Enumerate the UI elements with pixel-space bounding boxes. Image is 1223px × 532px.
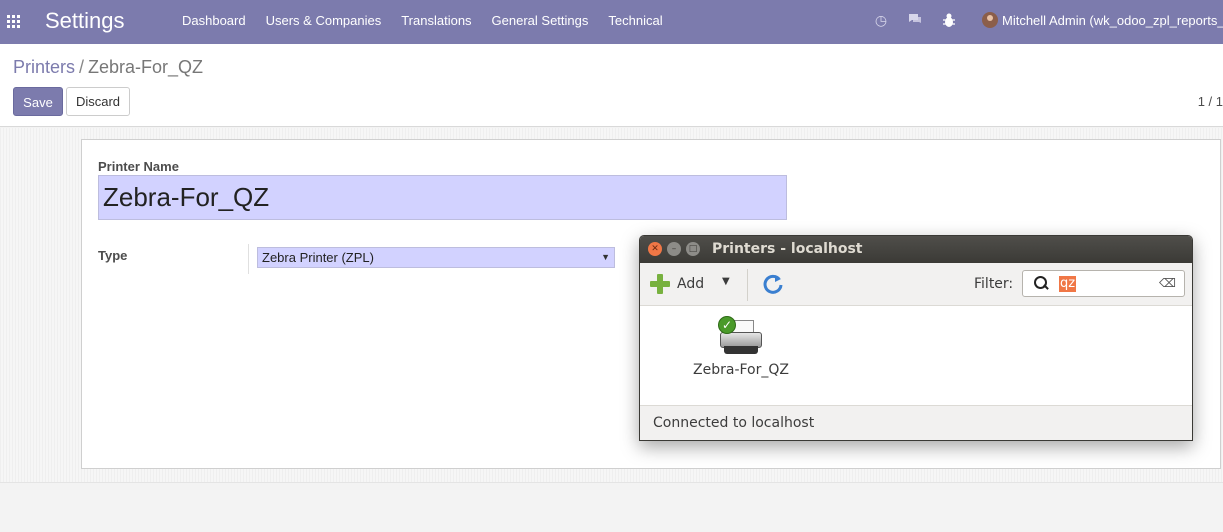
window-statusbar: Connected to localhost [640, 405, 1192, 440]
type-select-value: Zebra Printer (ZPL) [262, 250, 374, 265]
menu-item-technical[interactable]: Technical [598, 0, 672, 44]
type-label: Type [98, 248, 128, 263]
breadcrumb-separator: / [79, 57, 85, 77]
connection-status: Connected to localhost [653, 415, 815, 431]
top-navbar: Settings Dashboard Users & Companies Tra… [0, 0, 1223, 44]
printer-list: ✓ Zebra-For_QZ [640, 306, 1192, 405]
printer-item-label: Zebra-For_QZ [693, 362, 789, 378]
filter-label: Filter: [974, 276, 1014, 292]
main-menu: Dashboard Users & Companies Translations… [172, 0, 673, 44]
breadcrumb-printers-link[interactable]: Printers [13, 57, 75, 77]
toolbar-separator [747, 269, 748, 301]
save-button[interactable]: Save [13, 87, 63, 116]
menu-item-dashboard[interactable]: Dashboard [172, 0, 256, 44]
search-icon [1033, 275, 1051, 293]
printer-name-input[interactable]: Zebra-For_QZ [98, 175, 787, 220]
select-arrow-icon: ▼ [601, 252, 610, 262]
window-toolbar: Add ▼ Filter: qz ⌫ [640, 263, 1192, 306]
default-check-icon: ✓ [718, 316, 736, 334]
printer-icon: ✓ [718, 316, 764, 356]
refresh-icon[interactable] [762, 273, 784, 295]
apps-menu-icon[interactable] [7, 15, 20, 28]
menu-item-users-companies[interactable]: Users & Companies [256, 0, 392, 44]
control-panel: Printers / Zebra-For_QZ Save Discard 1 / 1 [0, 44, 1223, 127]
breadcrumb: Printers / Zebra-For_QZ [13, 57, 203, 78]
printer-item[interactable]: ✓ Zebra-For_QZ [688, 314, 794, 384]
form-footer-band [0, 482, 1223, 532]
filter-input[interactable]: qz ⌫ [1022, 270, 1185, 297]
filter-input-value: qz [1059, 276, 1077, 292]
window-minimize-icon[interactable]: – [667, 242, 681, 256]
debug-bug-icon[interactable] [941, 12, 957, 28]
breadcrumb-current: Zebra-For_QZ [88, 57, 204, 77]
add-button[interactable]: Add [677, 276, 704, 292]
add-dropdown-arrow-icon[interactable]: ▼ [722, 276, 730, 287]
window-close-icon[interactable]: ✕ [648, 242, 662, 256]
add-plus-icon[interactable] [650, 274, 670, 294]
app-brand[interactable]: Settings [45, 8, 125, 34]
type-select[interactable]: Zebra Printer (ZPL) ▼ [257, 247, 615, 268]
chat-icon[interactable] [907, 12, 923, 28]
discard-button[interactable]: Discard [66, 87, 130, 116]
clear-filter-icon[interactable]: ⌫ [1159, 276, 1176, 290]
window-titlebar[interactable]: ✕ – □ Printers - localhost [640, 236, 1192, 263]
menu-item-translations[interactable]: Translations [391, 0, 481, 44]
type-divider [248, 244, 249, 274]
clock-icon[interactable]: ◷ [873, 12, 889, 28]
menu-item-general-settings[interactable]: General Settings [482, 0, 599, 44]
printer-name-label: Printer Name [98, 159, 179, 174]
printers-window: ✕ – □ Printers - localhost Add ▼ Filter:… [639, 235, 1193, 441]
user-avatar[interactable] [982, 12, 998, 28]
window-maximize-icon[interactable]: □ [686, 242, 700, 256]
window-title: Printers - localhost [712, 241, 863, 257]
record-pager[interactable]: 1 / 1 [1198, 94, 1223, 109]
user-menu-name[interactable]: Mitchell Admin (wk_odoo_zpl_reports_ [1002, 0, 1223, 42]
